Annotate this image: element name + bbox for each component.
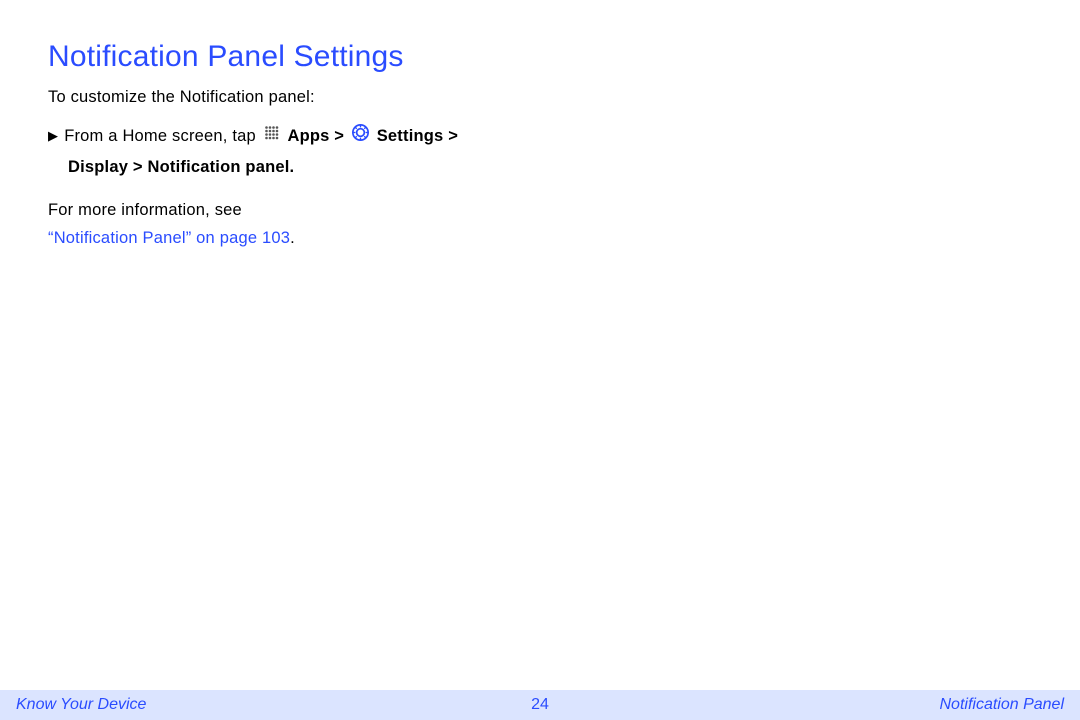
instruction-step: ▶ From a Home screen, tap Apps > Settings…	[48, 121, 1032, 184]
step-line2: Display > Notification panel.	[68, 152, 1032, 183]
footer-page-number: 24	[531, 696, 549, 714]
gt1: >	[330, 127, 349, 145]
intro-text: To customize the Notification panel:	[48, 88, 1032, 107]
step-prefix: From a Home screen, tap	[64, 127, 260, 145]
page-footer: Know Your Device 24 Notification Panel	[0, 690, 1080, 720]
gt2: >	[443, 127, 458, 145]
more-info-lead: For more information, see	[48, 201, 242, 219]
more-info: For more information, see “Notification …	[48, 196, 1032, 252]
footer-right: Notification Panel	[939, 696, 1064, 714]
apps-grid-icon	[264, 121, 280, 152]
step-bullet-icon: ▶	[48, 124, 58, 149]
xref-link[interactable]: “Notification Panel” on page 103	[48, 229, 290, 247]
settings-gear-icon	[352, 121, 369, 152]
apps-label: Apps	[287, 127, 329, 145]
settings-label: Settings	[377, 127, 444, 145]
footer-left: Know Your Device	[16, 696, 146, 714]
document-page: Notification Panel Settings To customize…	[0, 0, 1080, 720]
more-info-period: .	[290, 229, 295, 247]
page-heading: Notification Panel Settings	[48, 40, 1032, 74]
